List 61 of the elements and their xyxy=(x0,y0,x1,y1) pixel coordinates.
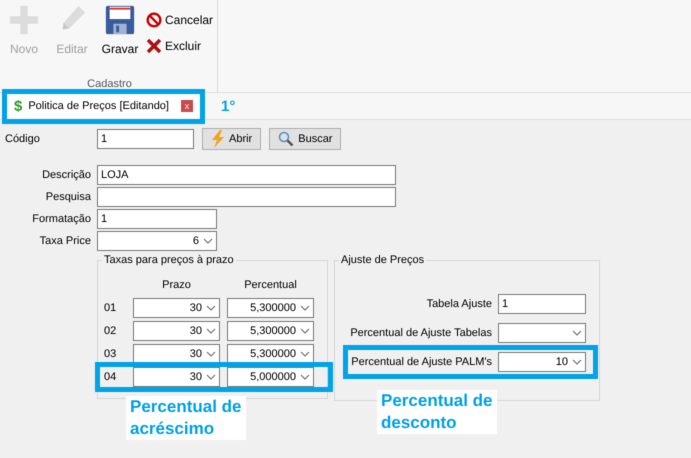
column-header: Percentual xyxy=(243,278,298,293)
group-title: Taxas para preços à prazo xyxy=(102,254,236,266)
field-label: Percentual de Ajuste PALM's xyxy=(351,356,492,368)
field-label: Taxa Price xyxy=(38,235,91,247)
dropdown[interactable]: 5,300000 xyxy=(227,298,314,318)
close-button[interactable]: x xyxy=(180,100,193,112)
dropdown[interactable]: 30 xyxy=(133,321,220,341)
chevron-icon[interactable] xyxy=(300,328,310,334)
dropdown[interactable]: 5,000000 xyxy=(227,367,314,387)
open-button[interactable]: Abrir xyxy=(202,128,262,150)
row-label: 03 xyxy=(104,348,118,360)
search-button[interactable]: Buscar xyxy=(269,128,342,150)
column-header: Prazo xyxy=(161,278,192,293)
lightning-icon xyxy=(211,130,225,148)
field-label: Código xyxy=(5,133,41,145)
prohibited-icon xyxy=(146,12,162,28)
magnifier-icon xyxy=(278,131,294,147)
dropdown[interactable]: 30 xyxy=(133,298,220,318)
floppy-icon xyxy=(104,4,136,36)
input-field[interactable]: 1 xyxy=(97,209,217,229)
group-title: Ajuste de Preços xyxy=(339,254,426,266)
row-label: 01 xyxy=(104,302,118,314)
row-label: 04 xyxy=(104,371,118,383)
chevron-icon[interactable] xyxy=(300,305,310,311)
dropdown[interactable]: 5,300000 xyxy=(227,344,314,364)
dropdown[interactable]: 30 xyxy=(133,367,220,387)
input-field[interactable] xyxy=(97,187,396,207)
field-label: Descrição xyxy=(41,169,91,181)
field-label: Pesquisa xyxy=(44,191,91,203)
x-icon xyxy=(146,38,162,54)
input-field[interactable]: LOJA xyxy=(97,165,396,185)
dropdown[interactable]: 10 xyxy=(498,352,586,372)
group-label: Cadastro xyxy=(87,78,132,90)
plus-icon xyxy=(8,4,40,36)
toolbar-button[interactable]: Cancelar xyxy=(146,12,214,28)
toolbar-button[interactable]: Excluir xyxy=(146,38,214,54)
annotation-text: Percentual de acréscimo xyxy=(126,396,246,440)
input-field[interactable]: 1 xyxy=(498,294,586,314)
chevron-icon[interactable] xyxy=(572,359,582,365)
dropdown[interactable]: 30 xyxy=(133,344,220,364)
document-tab[interactable]: $ Politica de Preços [Editando] x xyxy=(8,94,199,118)
annotation-text: 1° xyxy=(220,98,236,114)
chevron-icon[interactable] xyxy=(206,351,216,357)
dropdown[interactable]: 5,300000 xyxy=(227,321,314,341)
chevron-icon[interactable] xyxy=(206,374,216,380)
field-label: Percentual de Ajuste Tabelas xyxy=(350,327,492,339)
dollar-icon: $ xyxy=(14,98,22,114)
input-field[interactable]: 1 xyxy=(97,129,194,149)
annotation-text: Percentual de desconto xyxy=(377,390,496,434)
dropdown[interactable] xyxy=(498,323,586,343)
chevron-icon[interactable] xyxy=(300,351,310,357)
chevron-icon[interactable] xyxy=(206,328,216,334)
dropdown[interactable]: 6 xyxy=(97,231,217,251)
chevron-icon[interactable] xyxy=(300,374,310,380)
chevron-icon[interactable] xyxy=(203,238,213,244)
toolbar-button[interactable]: Gravar xyxy=(98,4,142,56)
row-label: 02 xyxy=(104,325,118,337)
chevron-icon[interactable] xyxy=(572,330,582,336)
field-label: Tabela Ajuste xyxy=(426,298,492,310)
field-label: Formatação xyxy=(31,213,91,225)
chevron-icon[interactable] xyxy=(206,305,216,311)
